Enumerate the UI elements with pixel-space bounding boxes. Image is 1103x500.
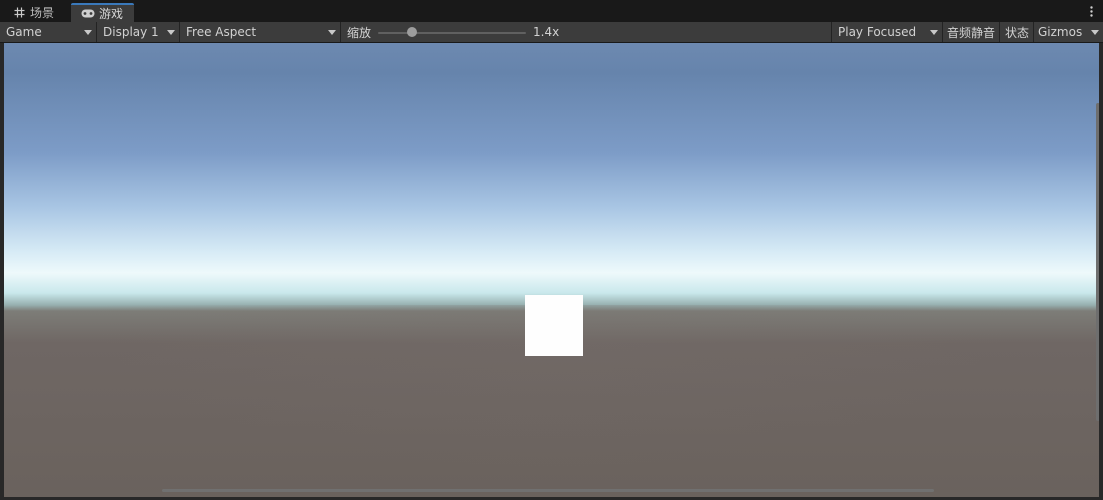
mute-audio-button[interactable]: 音频静音 <box>942 22 999 42</box>
game-view-label: Game <box>6 25 42 39</box>
chevron-down-icon <box>84 30 92 35</box>
chevron-down-icon <box>167 30 175 35</box>
chevron-down-icon <box>930 30 938 35</box>
tab-bar: 场景 游戏 <box>0 0 1103 23</box>
horizontal-scrollbar[interactable] <box>162 489 934 492</box>
gizmos-dropdown[interactable]: Gizmos <box>1033 22 1103 42</box>
tab-game-label: 游戏 <box>99 7 124 21</box>
zoom-slider[interactable] <box>378 32 526 34</box>
play-mode-label: Play Focused <box>838 25 917 39</box>
gamepad-icon <box>81 7 95 21</box>
tab-scene-label: 场景 <box>30 6 55 20</box>
chevron-down-icon <box>1091 30 1099 35</box>
zoom-slider-handle[interactable] <box>407 27 417 37</box>
tab-game[interactable]: 游戏 <box>71 3 134 22</box>
chevron-down-icon <box>328 30 336 35</box>
more-options-icon[interactable] <box>1085 3 1097 19</box>
zoom-value: 1.4x <box>533 25 560 39</box>
game-view-dropdown[interactable]: Game <box>0 22 97 42</box>
game-toolbar: Game Display 1 Free Aspect 缩放 1.4x Play … <box>0 22 1103 43</box>
grid-icon <box>12 6 26 20</box>
game-viewport[interactable] <box>4 43 1099 497</box>
stats-button[interactable]: 状态 <box>999 22 1033 42</box>
display-dropdown[interactable]: Display 1 <box>97 22 180 42</box>
play-mode-dropdown[interactable]: Play Focused <box>831 22 942 42</box>
aspect-dropdown[interactable]: Free Aspect <box>180 22 341 42</box>
white-cube <box>525 295 583 356</box>
aspect-label: Free Aspect <box>186 25 257 39</box>
game-window: 场景 游戏 Game Display 1 Free Aspect 缩放 1.4x… <box>0 0 1103 500</box>
tab-scene[interactable]: 场景 <box>2 3 70 22</box>
display-label: Display 1 <box>103 25 159 39</box>
gizmos-label: Gizmos <box>1038 25 1083 39</box>
zoom-label: 缩放 <box>347 25 372 40</box>
panel-border-right <box>1099 43 1103 500</box>
